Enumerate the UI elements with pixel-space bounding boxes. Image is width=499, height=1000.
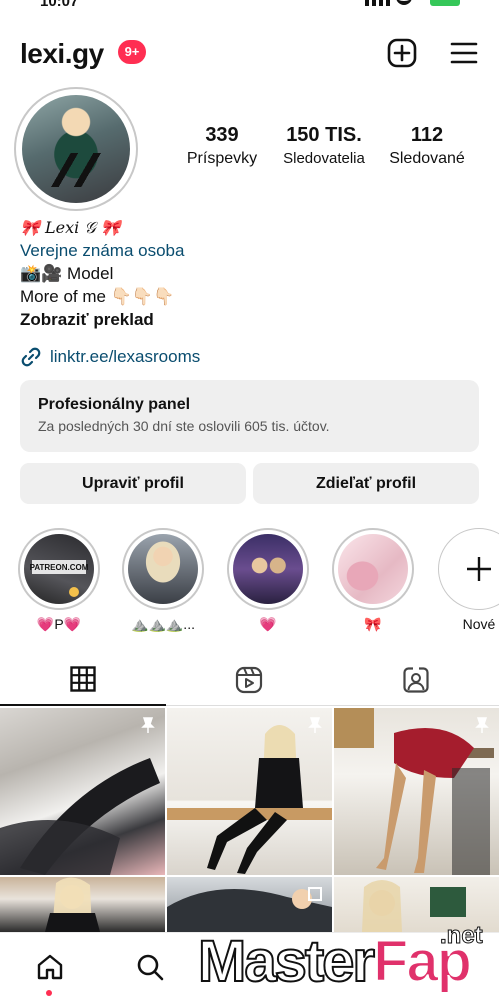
watermark-logo: MasterFap: [197, 928, 473, 995]
tab-tagged[interactable]: [333, 654, 499, 706]
highlight-thumbnail: [338, 534, 408, 604]
nav-home[interactable]: [30, 947, 70, 987]
menu-button[interactable]: [448, 37, 480, 69]
post-thumbnail[interactable]: [334, 708, 499, 875]
highlight-caption: 💗P💗: [36, 616, 82, 632]
post-thumbnail[interactable]: [167, 877, 332, 932]
multi-post-icon: [308, 887, 322, 901]
bio-link[interactable]: linktr.ee/lexasrooms: [20, 346, 200, 368]
battery-icon: [430, 0, 460, 6]
bio-display-name: 🎀 𝐿𝑒𝑥𝑖 𝒢 🎀: [20, 218, 121, 237]
highlight-thumbnail: [128, 534, 198, 604]
post-thumbnail[interactable]: [167, 708, 332, 875]
share-profile-button[interactable]: Zdieľať profil: [253, 463, 479, 504]
stat-following-count: 112: [410, 124, 444, 146]
stat-posts[interactable]: 339 Príspevky: [172, 124, 272, 168]
highlight-thumbnail: PATREON.COM: [24, 534, 94, 604]
stat-followers-label: Sledovatelia: [283, 150, 365, 167]
highlight-item[interactable]: 💗: [227, 528, 309, 633]
professional-dashboard[interactable]: Profesionálny panel Za posledných 30 dní…: [20, 380, 479, 452]
bio-line-more: More of me 👇🏻👇🏻👇🏻: [20, 287, 175, 306]
bio-link-text[interactable]: linktr.ee/lexasrooms: [50, 347, 200, 367]
activity-dot: [46, 990, 52, 996]
bio-line-model: 📸🎥 Model: [20, 264, 114, 283]
stat-followers-count: 150 TIS.: [286, 124, 362, 146]
stat-followers[interactable]: 150 TIS. Sledovatelia: [274, 124, 374, 167]
bio-category[interactable]: Verejne známa osoba: [20, 239, 480, 262]
profile-bio: 🎀 𝐿𝑒𝑥𝑖 𝒢 🎀 Verejne známa osoba 📸🎥 Model …: [20, 216, 480, 331]
nav-search[interactable]: [130, 947, 170, 987]
search-icon: [137, 954, 164, 981]
tagged-icon: [403, 667, 429, 693]
status-time: 10:07: [40, 0, 79, 10]
edit-profile-button[interactable]: Upraviť profil: [20, 463, 246, 504]
post-thumbnail[interactable]: [0, 708, 165, 875]
notification-badge[interactable]: 9+: [118, 40, 146, 64]
watermark-tld: .net: [440, 922, 484, 950]
tab-reels[interactable]: [166, 654, 332, 706]
status-bar: 10:07: [0, 0, 499, 12]
pin-icon: [141, 717, 155, 733]
highlight-caption: 🎀: [364, 616, 382, 632]
highlight-item[interactable]: PATREON.COM 💗P💗: [18, 528, 100, 633]
pro-panel-subtitle: Za posledných 30 dní ste oslovili 605 ti…: [38, 418, 330, 434]
username-title[interactable]: lexi.gy: [20, 38, 104, 70]
reels-icon: [235, 666, 263, 694]
hamburger-menu-icon: [450, 42, 478, 64]
highlight-thumbnail: [233, 534, 303, 604]
highlight-caption: ⛰️⛰️⛰️...: [131, 616, 195, 632]
pin-icon: [308, 717, 322, 733]
highlight-caption: 💗: [259, 616, 277, 632]
highlight-image-text: PATREON.COM: [30, 563, 89, 572]
profile-avatar[interactable]: [14, 87, 138, 211]
stat-posts-count: 339: [205, 124, 239, 146]
stat-following-label: Sledované: [389, 150, 465, 167]
plus-icon: [467, 557, 491, 581]
home-icon: [37, 954, 63, 980]
profile-header: lexi.gy 9+: [0, 30, 499, 76]
link-icon: [21, 347, 41, 367]
highlight-item[interactable]: 🎀: [332, 528, 414, 633]
plus-square-icon: [387, 38, 417, 68]
grid-icon: [70, 666, 96, 692]
stat-following[interactable]: 112 Sledované: [377, 124, 477, 168]
translate-link[interactable]: Zobraziť preklad: [20, 308, 480, 331]
pro-panel-title: Profesionálny panel: [38, 396, 191, 413]
highlight-caption: Nové: [462, 616, 496, 632]
stat-posts-label: Príspevky: [186, 150, 258, 167]
signal-icon: [365, 0, 391, 6]
post-thumbnail[interactable]: [0, 877, 165, 932]
new-post-button[interactable]: [386, 37, 418, 69]
profile-tabs: [0, 654, 499, 706]
wifi-icon: [396, 0, 412, 5]
pin-icon: [475, 717, 489, 733]
tab-posts-grid[interactable]: [0, 654, 166, 706]
new-highlight-button[interactable]: Nové: [438, 528, 499, 632]
avatar-image: [22, 95, 130, 203]
highlight-item[interactable]: ⛰️⛰️⛰️...: [122, 528, 204, 633]
